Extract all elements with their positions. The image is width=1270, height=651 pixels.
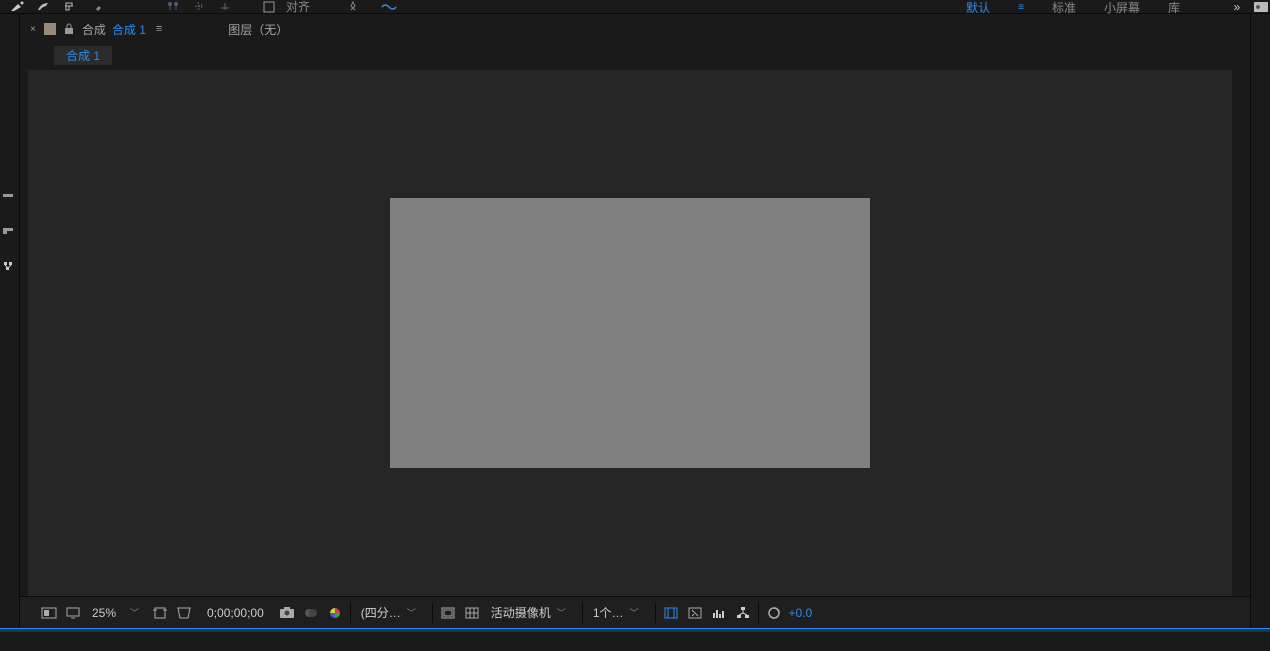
fast-preview-icon[interactable] [686, 604, 704, 622]
dock-item-3-icon[interactable] [3, 262, 17, 276]
star-icon[interactable] [344, 0, 362, 14]
brush-tool-icon[interactable] [34, 0, 52, 14]
zoom-value[interactable]: 25% [88, 606, 124, 620]
pixel-aspect-icon[interactable] [662, 604, 680, 622]
bottom-bar [0, 632, 1270, 650]
view-count-dropdown-icon[interactable]: ﹀ [630, 606, 645, 619]
resolution-dropdown-icon[interactable]: ﹀ [407, 606, 422, 619]
left-dock [0, 14, 20, 628]
histogram-icon[interactable] [710, 604, 728, 622]
comp-label: 合成 [82, 21, 106, 38]
tab-menu-icon[interactable]: ≡ [156, 23, 162, 35]
flowchart-icon[interactable] [734, 604, 752, 622]
breadcrumb-bar: 合成 1 [20, 44, 1250, 66]
camera-select[interactable]: 活动摄像机 ﹀ [487, 604, 576, 621]
search-icon[interactable] [1252, 0, 1270, 14]
mask-display-icon[interactable] [40, 604, 58, 622]
timecode[interactable]: 0;00;00;00 [199, 606, 272, 620]
eraser-tool-icon[interactable] [90, 0, 108, 14]
snap-checkbox-icon[interactable] [260, 0, 278, 14]
tab-layer[interactable]: 图层（无） [220, 17, 296, 42]
comp-swatch-icon [44, 23, 56, 35]
snapshot-icon[interactable] [278, 604, 296, 622]
close-icon[interactable]: × [30, 24, 36, 35]
center-panel: × 合成 合成 1 ≡ 图层（无） 合成 1 [20, 14, 1250, 628]
breadcrumb-comp1[interactable]: 合成 1 [54, 46, 112, 65]
wave-icon[interactable] [380, 0, 398, 14]
clone-tool-icon[interactable] [60, 0, 78, 14]
resolution-select[interactable]: (四分… ﹀ [357, 604, 426, 621]
color-wheel-icon[interactable] [326, 604, 344, 622]
workspace-menu-icon[interactable]: ≡ [1018, 2, 1024, 13]
workspace-tab-smallscreen[interactable]: 小屏幕 [1104, 0, 1140, 16]
comp-name: 合成 1 [112, 21, 146, 38]
tab-composition[interactable]: × 合成 合成 1 ≡ [30, 17, 170, 42]
workspace-tab-library[interactable]: 库 [1168, 0, 1180, 16]
workspace-tab-default[interactable]: 默认 [966, 0, 990, 16]
channel-icon[interactable] [302, 604, 320, 622]
right-dock [1250, 14, 1270, 628]
viewer-area[interactable] [28, 70, 1232, 596]
pen-tool-icon[interactable] [8, 0, 26, 14]
top-toolbar: 对齐 默认 ≡ 标准 小屏幕 库 » [0, 0, 1270, 14]
view-count-select[interactable]: 1个… ﹀ [589, 604, 649, 621]
main-layout: × 合成 合成 1 ≡ 图层（无） 合成 1 [0, 14, 1270, 628]
snap-label: 对齐 [286, 0, 310, 15]
top-left-tools: 对齐 [8, 0, 398, 15]
roi-icon[interactable] [151, 604, 169, 622]
view-layout-icon[interactable] [439, 604, 457, 622]
camera-dropdown-icon[interactable]: ﹀ [557, 606, 572, 619]
zoom-dropdown-icon[interactable]: ﹀ [130, 606, 145, 619]
footer-bar: 25% ﹀ 0;00;00;00 (四分… ﹀ [20, 596, 1250, 628]
resolution-value: (四分… [361, 604, 401, 621]
layer-label: 图层（无） [228, 21, 288, 38]
dock-item-1-icon[interactable] [3, 194, 17, 208]
grid-icon[interactable] [463, 604, 481, 622]
composition-canvas[interactable] [390, 198, 870, 468]
workspace-tabs: 默认 ≡ 标准 小屏幕 库 » [966, 0, 1270, 14]
lock-icon[interactable] [64, 23, 74, 35]
view-count-value: 1个… [593, 604, 624, 621]
camera-value: 活动摄像机 [491, 604, 551, 621]
roto-tool-icon[interactable] [190, 0, 208, 14]
panel-tabs: × 合成 合成 1 ≡ 图层（无） [20, 14, 1250, 44]
puppet-tool-icon[interactable] [164, 0, 182, 14]
monitor-icon[interactable] [64, 604, 82, 622]
local-axis-icon[interactable] [216, 0, 234, 14]
exposure-reset-icon[interactable] [765, 604, 783, 622]
dock-item-2-icon[interactable] [3, 228, 17, 242]
exposure-value[interactable]: +0.0 [789, 606, 813, 620]
more-workspaces-icon[interactable]: » [1228, 0, 1246, 14]
workspace-tab-standard[interactable]: 标准 [1052, 0, 1076, 16]
transparency-grid-icon[interactable] [175, 604, 193, 622]
